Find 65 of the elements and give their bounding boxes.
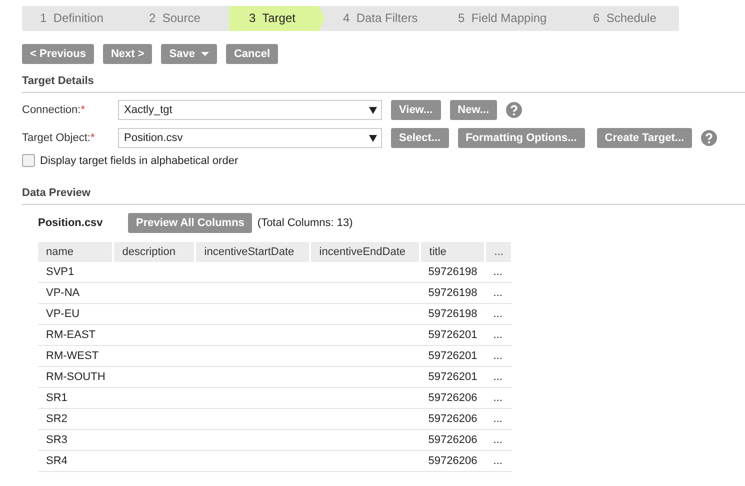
table-cell: VP-NA <box>38 282 114 304</box>
column-header: ... <box>485 242 512 262</box>
checkbox[interactable] <box>22 154 35 167</box>
table-cell: ... <box>485 450 512 472</box>
table-cell: RM-EAST <box>38 324 114 346</box>
dropdown-field[interactable]: Position.csv <box>118 128 382 148</box>
nav-button[interactable]: Next > <box>102 44 152 64</box>
table-cell: SR3 <box>38 430 114 450</box>
table-cell: ... <box>485 346 512 366</box>
table-cell: RM-SOUTH <box>38 366 114 388</box>
column-count: (Total Columns: 13) <box>257 217 353 229</box>
action-button[interactable]: View... <box>391 100 441 120</box>
table-cell: SR2 <box>38 408 114 430</box>
wizard-step[interactable]: 6 Schedule <box>575 6 656 31</box>
preview-button[interactable]: Preview All Columns <box>128 213 252 233</box>
column-header: title <box>420 242 486 262</box>
table-cell: ... <box>485 262 512 282</box>
action-button[interactable]: Formatting Options... <box>458 128 585 148</box>
table-cell: ... <box>485 366 512 388</box>
table-cell: ... <box>485 408 512 430</box>
wizard-step[interactable]: 2 Source <box>131 6 229 31</box>
table-cell: 59726201 <box>420 346 486 366</box>
table-cell: 59726198 <box>420 262 486 282</box>
object-name: Position.csv <box>38 217 104 229</box>
table-cell: 59726206 <box>420 388 486 408</box>
checkbox-label: Display target fields in alphabetical order <box>40 154 238 166</box>
table-cell: ... <box>485 304 512 324</box>
section-heading: Data Preview <box>22 187 745 205</box>
field-label: Connection:* <box>22 104 86 116</box>
field-label: Target Object:* <box>22 132 96 144</box>
help-icon[interactable] <box>701 130 718 146</box>
table-cell: SVP1 <box>38 262 114 282</box>
wizard-step[interactable]: 3 Target <box>229 6 325 31</box>
column-header: description <box>113 242 196 262</box>
table-cell: ... <box>485 430 512 450</box>
nav-button[interactable]: < Previous <box>22 44 94 64</box>
nav-button[interactable]: Save <box>161 44 217 64</box>
table-cell: 59726198 <box>420 282 486 304</box>
help-icon[interactable] <box>506 102 522 118</box>
table-cell: RM-WEST <box>38 346 114 366</box>
column-header: incentiveStartDate <box>195 242 310 262</box>
table-cell: SR4 <box>38 450 114 472</box>
table-cell: SR1 <box>38 388 114 408</box>
table-cell: 59726206 <box>420 430 486 450</box>
table-cell: ... <box>485 282 512 304</box>
table-cell: 59726206 <box>420 450 486 472</box>
table-cell: 59726201 <box>420 324 486 346</box>
table-cell: 59726198 <box>420 304 486 324</box>
dropdown-arrow-icon <box>369 106 377 114</box>
wizard-step[interactable]: 1 Definition <box>22 6 131 31</box>
action-button[interactable]: Create Target... <box>596 128 692 148</box>
table-cell: 59726201 <box>420 366 486 388</box>
action-button[interactable]: Select... <box>391 128 449 148</box>
dropdown-arrow-icon <box>369 134 377 142</box>
dropdown-field[interactable]: Xactly_tgt <box>118 100 382 120</box>
table-cell: ... <box>485 324 512 346</box>
table-cell: ... <box>485 388 512 408</box>
section-heading: Target Details <box>22 75 745 93</box>
action-button[interactable]: New... <box>450 100 498 120</box>
nav-button[interactable]: Cancel <box>226 44 278 64</box>
column-header: incentiveEndDate <box>310 242 420 262</box>
column-header: name <box>38 242 114 262</box>
table-cell: VP-EU <box>38 304 114 324</box>
wizard-step[interactable]: 5 Field Mapping <box>440 6 575 31</box>
table-cell: 59726206 <box>420 408 486 430</box>
